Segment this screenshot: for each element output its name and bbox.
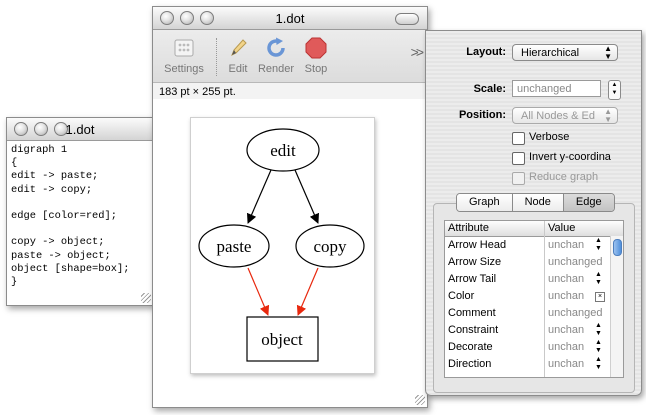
layout-popup[interactable]: Hierarchical ▲ ▼ bbox=[512, 44, 618, 61]
settings-label: Settings bbox=[164, 63, 204, 75]
layout-label: Layout: bbox=[466, 46, 506, 58]
svg-text:paste: paste bbox=[217, 237, 252, 256]
reduce-graph-checkbox[interactable] bbox=[512, 172, 525, 185]
toolbar: Settings Edit Render Stop >> bbox=[153, 30, 427, 83]
position-popup[interactable]: All Nodes & Ed ▲ ▼ bbox=[512, 107, 618, 124]
graph-canvas[interactable]: edit paste copy object bbox=[153, 99, 427, 407]
table-row[interactable]: Direction unchan ▲ ▼ bbox=[445, 356, 623, 373]
tab-node[interactable]: Node bbox=[512, 194, 564, 211]
table-row[interactable]: Comment unchanged bbox=[445, 305, 623, 322]
graph-window-titlebar[interactable]: 1.dot bbox=[153, 7, 427, 30]
table-scrollbar[interactable] bbox=[610, 236, 623, 377]
node-paste[interactable]: paste bbox=[198, 224, 270, 268]
node-object[interactable]: object bbox=[246, 316, 319, 362]
verbose-label: Verbose bbox=[529, 131, 570, 143]
edge-copy-object bbox=[296, 267, 319, 316]
color-well-icon[interactable]: × bbox=[595, 292, 605, 302]
render-button[interactable]: Render bbox=[257, 36, 295, 75]
source-text-window: 1.dot digraph 1 { edit -> paste; edit ->… bbox=[6, 117, 154, 306]
table-row[interactable]: Arrow Head unchan ▲ ▼ bbox=[445, 237, 623, 254]
toolbar-overflow-chevron-icon[interactable]: >> bbox=[411, 44, 424, 60]
value-column-header[interactable]: Value bbox=[548, 221, 575, 236]
attributes-table: Attribute Value Arrow Head unchan ▲ ▼ Arr… bbox=[444, 220, 624, 378]
graph-page: edit paste copy object bbox=[190, 117, 375, 374]
graph-window-title: 1.dot bbox=[275, 11, 305, 26]
attribute-tabs: Graph Node Edge bbox=[456, 193, 615, 212]
popup-arrows-icon[interactable]: ▲ ▼ bbox=[595, 271, 602, 287]
stop-button[interactable]: Stop bbox=[302, 36, 330, 75]
stop-label: Stop bbox=[304, 63, 328, 75]
node-copy[interactable]: copy bbox=[295, 224, 365, 268]
edit-label: Edit bbox=[228, 63, 248, 75]
table-row[interactable]: Arrow Size unchanged bbox=[445, 254, 623, 271]
scrollbar-thumb[interactable] bbox=[613, 239, 622, 256]
table-header: Attribute Value bbox=[445, 221, 623, 237]
render-label: Render bbox=[257, 63, 295, 75]
edit-button[interactable]: Edit bbox=[225, 36, 251, 75]
resize-handle[interactable] bbox=[415, 395, 425, 405]
graph-window: 1.dot Settings Edit Render Stop >> 183 p… bbox=[152, 6, 428, 408]
invert-y-label: Invert y-coordina bbox=[529, 151, 611, 163]
invert-y-checkbox[interactable] bbox=[512, 152, 525, 165]
position-value: All Nodes & Ed bbox=[521, 110, 595, 122]
svg-text:copy: copy bbox=[313, 237, 347, 256]
text-window-title: 1.dot bbox=[65, 122, 95, 137]
scale-input[interactable]: unchanged bbox=[512, 80, 601, 97]
settings-inspector-drawer: Layout: Hierarchical ▲ ▼ Scale: unchanged… bbox=[425, 30, 642, 396]
table-row[interactable]: Decorate unchan ▲ ▼ bbox=[445, 339, 623, 356]
popup-arrows-icon[interactable]: ▲ ▼ bbox=[595, 237, 602, 253]
resize-handle[interactable] bbox=[139, 291, 153, 305]
popup-arrows-icon: ▲ ▼ bbox=[604, 107, 612, 124]
stop-icon bbox=[304, 36, 328, 60]
edge-edit-paste bbox=[246, 169, 272, 224]
table-row[interactable]: Arrow Tail unchan ▲ ▼ bbox=[445, 271, 623, 288]
reduce-graph-label: Reduce graph bbox=[529, 171, 599, 183]
tab-graph[interactable]: Graph bbox=[457, 194, 513, 211]
scale-label: Scale: bbox=[473, 83, 506, 95]
layout-value: Hierarchical bbox=[521, 47, 580, 59]
svg-text:edit: edit bbox=[270, 141, 296, 160]
edge-paste-object bbox=[247, 267, 270, 316]
refresh-icon bbox=[264, 36, 288, 60]
edge-attributes-box: Attribute Value Arrow Head unchan ▲ ▼ Arr… bbox=[433, 203, 635, 393]
edge-edit-copy bbox=[294, 169, 320, 224]
toolbar-toggle-button[interactable] bbox=[395, 13, 419, 25]
tab-edge[interactable]: Edge bbox=[563, 194, 614, 211]
dot-source-editor[interactable]: digraph 1 { edit -> paste; edit -> copy;… bbox=[7, 141, 153, 292]
table-row[interactable]: Constraint unchan ▲ ▼ bbox=[445, 322, 623, 339]
node-edit[interactable]: edit bbox=[246, 128, 320, 172]
popup-arrows-icon[interactable]: ▲ ▼ bbox=[595, 322, 602, 338]
svg-text:object: object bbox=[261, 330, 303, 349]
popup-arrows-icon[interactable]: ▲ ▼ bbox=[595, 339, 602, 355]
popup-arrows-icon: ▲ ▼ bbox=[604, 44, 612, 61]
graph-drawing: edit paste copy object bbox=[198, 128, 365, 362]
position-label: Position: bbox=[458, 109, 506, 121]
settings-button[interactable]: Settings bbox=[163, 36, 205, 75]
table-row[interactable]: Color unchan × bbox=[445, 288, 623, 305]
text-window-titlebar[interactable]: 1.dot bbox=[7, 118, 153, 141]
pencil-icon bbox=[226, 36, 250, 60]
attribute-column-header[interactable]: Attribute bbox=[448, 221, 489, 236]
toolbar-separator bbox=[216, 38, 217, 76]
verbose-checkbox[interactable] bbox=[512, 132, 525, 145]
settings-icon bbox=[172, 36, 196, 60]
popup-arrows-icon[interactable]: ▲ ▼ bbox=[595, 356, 602, 372]
scale-stepper[interactable]: ▲ ▼ bbox=[608, 80, 621, 100]
